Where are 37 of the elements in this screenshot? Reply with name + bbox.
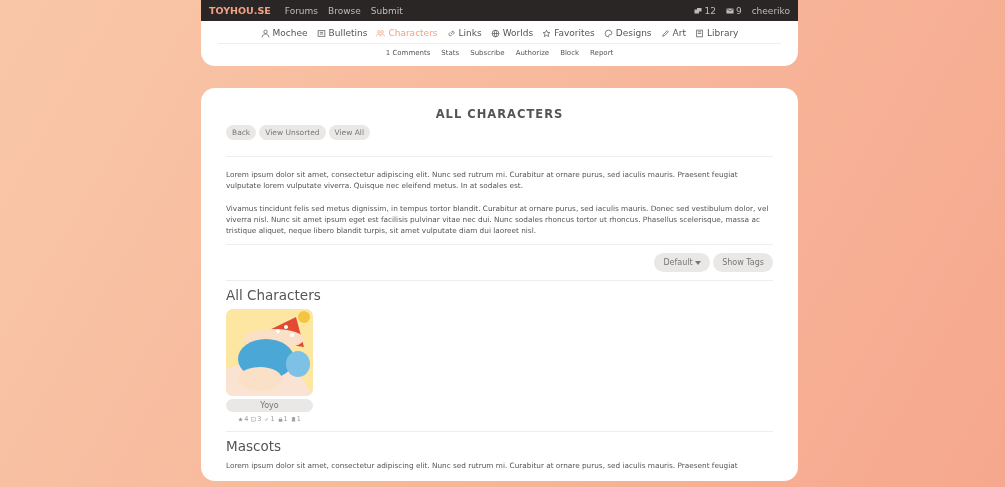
library-icon <box>694 28 704 38</box>
mail-icon <box>725 6 734 15</box>
site-logo[interactable]: TOYHOU.SE <box>209 5 271 16</box>
sort-dropdown[interactable]: Default <box>654 253 711 272</box>
show-tags-button[interactable]: Show Tags <box>713 253 773 272</box>
characters-icon <box>376 28 386 38</box>
character-name-button[interactable]: Yoyo <box>226 399 313 412</box>
bulletins-icon <box>316 28 326 38</box>
profile-tab[interactable]: Favorites <box>542 28 595 38</box>
designs-icon <box>603 28 613 38</box>
profile-tab[interactable]: Art <box>660 28 686 38</box>
profile-tab[interactable]: Worlds <box>490 28 534 38</box>
user-icon <box>260 28 270 38</box>
art-icon <box>660 28 670 38</box>
section-heading: All Characters <box>226 287 322 303</box>
nav-link[interactable]: Forums <box>284 5 318 16</box>
links-icon <box>446 28 456 38</box>
section-heading: Mascots <box>226 438 282 454</box>
profile-tab[interactable]: Mochee <box>260 28 308 38</box>
nav-link[interactable]: Submit <box>370 5 403 16</box>
worlds-icon <box>490 28 500 38</box>
profile-tab[interactable]: Links <box>446 28 482 38</box>
favorites-icon <box>542 28 552 38</box>
nav-link[interactable]: Browse <box>328 5 361 16</box>
lock-icon <box>277 416 283 422</box>
bookmark-icon <box>290 416 296 422</box>
star-icon <box>238 416 244 422</box>
image-icon <box>251 416 257 422</box>
caret-icon <box>695 261 702 265</box>
counter-text[interactable]: 9 <box>735 5 742 16</box>
notification-icon <box>694 6 703 15</box>
profile-tab[interactable]: Library <box>694 28 739 38</box>
profile-tab[interactable]: Designs <box>603 28 652 38</box>
page-title: ALL CHARACTERS <box>434 107 565 121</box>
counter-text[interactable]: 12 <box>704 5 716 16</box>
username-link[interactable]: cheeriko <box>751 5 790 16</box>
profile-tab[interactable]: Bulletins <box>316 28 368 38</box>
